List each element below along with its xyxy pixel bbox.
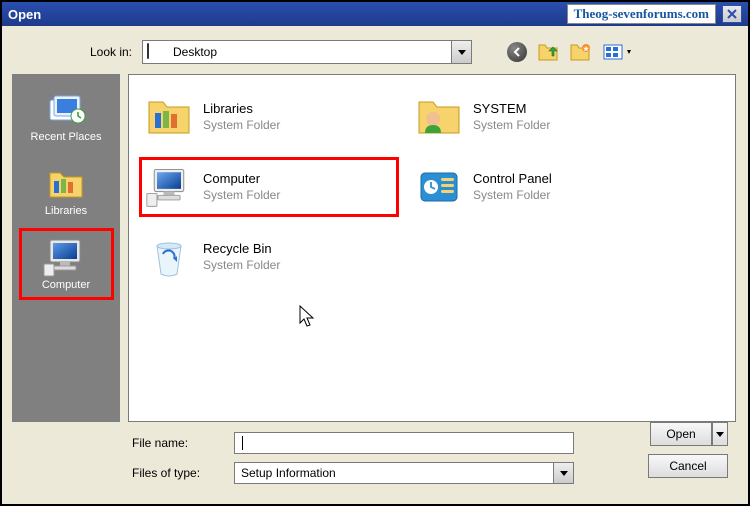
look-in-row: Look in: Desktop ★: [12, 36, 736, 74]
places-libraries[interactable]: Libraries: [19, 154, 114, 226]
item-name: SYSTEM: [473, 101, 550, 117]
folder-system-icon: [415, 93, 463, 141]
cancel-button[interactable]: Cancel: [648, 454, 728, 478]
files-of-type-select[interactable]: Setup Information: [234, 462, 574, 484]
mouse-cursor-icon: [299, 305, 317, 329]
svg-text:★: ★: [583, 45, 590, 53]
up-one-level-button[interactable]: [538, 41, 560, 63]
files-of-type-value: Setup Information: [241, 466, 336, 480]
places-computer[interactable]: Computer: [19, 228, 114, 300]
item-sub: System Folder: [203, 118, 280, 133]
close-button[interactable]: [722, 5, 742, 23]
views-icon: [603, 42, 635, 62]
window-title: Open: [8, 7, 41, 22]
files-of-type-label: Files of type:: [132, 466, 222, 480]
watermark: Theog-sevenforums.com: [567, 4, 716, 24]
look-in-label: Look in:: [72, 45, 132, 59]
look-in-select[interactable]: Desktop: [142, 40, 472, 64]
item-computer[interactable]: Computer System Folder: [139, 157, 399, 217]
folder-up-icon: [538, 42, 560, 62]
title-bar: Open Theog-sevenforums.com: [2, 2, 748, 26]
item-name: Libraries: [203, 101, 280, 117]
file-listing[interactable]: Libraries System Folder SYSTEM System Fo…: [128, 74, 736, 422]
item-sub: System Folder: [203, 258, 280, 273]
item-system[interactable]: SYSTEM System Folder: [409, 87, 649, 147]
open-button-dropdown[interactable]: [712, 422, 728, 446]
files-of-type-dropdown-button[interactable]: [553, 463, 573, 483]
places-bar: Recent Places Libraries Computer: [12, 74, 120, 422]
item-recycle-bin[interactable]: Recycle Bin System Folder: [139, 227, 399, 287]
open-button-group: Open: [650, 422, 728, 446]
places-recent[interactable]: Recent Places: [19, 80, 114, 152]
desktop-icon: [147, 44, 167, 60]
item-libraries[interactable]: Libraries System Folder: [139, 87, 399, 147]
libraries-icon: [42, 163, 90, 203]
item-sub: System Folder: [473, 188, 552, 203]
views-button[interactable]: [602, 41, 636, 63]
chevron-down-icon: [716, 432, 724, 437]
item-sub: System Folder: [473, 118, 550, 133]
open-button[interactable]: Open: [650, 422, 712, 446]
look-in-value: Desktop: [173, 45, 217, 59]
item-control-panel[interactable]: Control Panel System Folder: [409, 157, 649, 217]
file-name-input[interactable]: [234, 432, 574, 454]
close-icon: [727, 9, 737, 19]
look-in-dropdown-button[interactable]: [451, 41, 471, 63]
chevron-down-icon: [458, 50, 466, 55]
computer-icon: [42, 237, 90, 277]
recent-places-icon: [42, 89, 90, 129]
back-icon: [507, 42, 527, 62]
back-button[interactable]: [506, 41, 528, 63]
new-folder-button[interactable]: ★: [570, 41, 592, 63]
item-name: Control Panel: [473, 171, 552, 187]
item-name: Recycle Bin: [203, 241, 280, 257]
recycle-bin-icon: [145, 233, 193, 281]
item-name: Computer: [203, 171, 280, 187]
control-panel-icon: [415, 163, 463, 211]
file-name-label: File name:: [132, 436, 222, 450]
places-computer-label: Computer: [42, 279, 90, 291]
item-sub: System Folder: [203, 188, 280, 203]
computer-item-icon: [145, 163, 193, 211]
open-dialog: Open Theog-sevenforums.com Look in: Desk…: [0, 0, 750, 506]
folder-libraries-icon: [145, 93, 193, 141]
places-libraries-label: Libraries: [45, 205, 87, 217]
places-recent-label: Recent Places: [31, 131, 102, 143]
new-folder-icon: ★: [570, 42, 592, 62]
chevron-down-icon: [560, 471, 568, 476]
